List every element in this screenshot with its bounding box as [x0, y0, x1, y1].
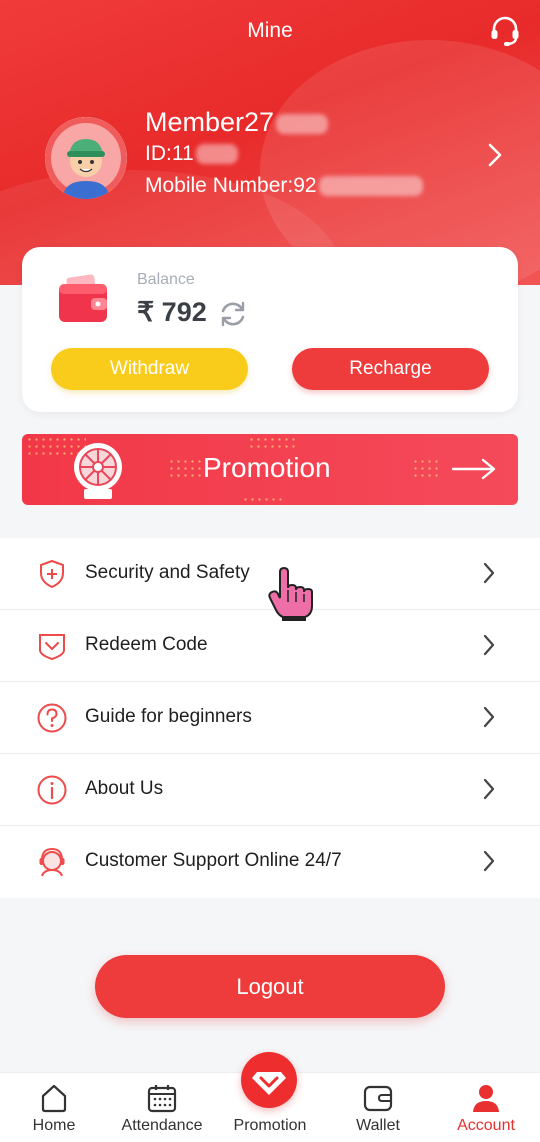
boy-avatar-icon — [45, 117, 127, 199]
nav-label: Attendance — [121, 1117, 203, 1134]
diamond-icon — [252, 1072, 286, 1095]
chevron-right-icon — [483, 634, 495, 656]
nav-label: Account — [457, 1117, 515, 1134]
promotion-center-button[interactable] — [241, 1052, 297, 1108]
page-title: Mine — [247, 19, 293, 42]
headset-icon[interactable] — [488, 14, 522, 48]
menu-item-about-us[interactable]: About Us — [0, 754, 540, 826]
nav-home[interactable]: Home — [0, 1073, 108, 1142]
prize-wheel-icon — [74, 443, 122, 499]
withdraw-button[interactable]: Withdraw — [51, 348, 248, 390]
menu-label: Customer Support Online 24/7 — [85, 850, 342, 871]
member-mobile: Mobile Number:92 — [145, 174, 423, 198]
member-name: Member27 — [145, 107, 329, 138]
menu-label: Security and Safety — [85, 562, 250, 583]
person-icon — [473, 1085, 499, 1112]
menu-item-customer-support[interactable]: Customer Support Online 24/7 — [0, 826, 540, 898]
chevron-right-icon — [483, 778, 495, 800]
wallet-outline-icon — [363, 1085, 393, 1112]
arrow-right-icon — [451, 458, 496, 480]
recharge-button[interactable]: Recharge — [292, 348, 489, 390]
nav-label: Promotion — [233, 1117, 307, 1134]
support-agent-icon — [39, 847, 65, 877]
nav-account[interactable]: Account — [432, 1073, 540, 1142]
nav-wallet[interactable]: Wallet — [324, 1073, 432, 1142]
balance-card: Balance ₹ 792 Withdraw Recharge — [22, 247, 518, 412]
shield-plus-icon — [40, 559, 64, 589]
logout-button[interactable]: Logout — [95, 955, 445, 1018]
refresh-icon[interactable] — [218, 299, 248, 329]
question-circle-icon — [37, 703, 67, 733]
wallet-icon — [59, 274, 107, 322]
menu-label: Guide for beginners — [85, 706, 252, 727]
info-circle-icon — [37, 775, 67, 805]
avatar[interactable] — [45, 117, 127, 199]
menu-item-guide[interactable]: Guide for beginners — [0, 682, 540, 754]
chevron-right-icon[interactable] — [486, 142, 504, 168]
nav-attendance[interactable]: Attendance — [108, 1073, 216, 1142]
home-icon — [41, 1084, 67, 1113]
hand-pointer-icon — [268, 566, 313, 621]
chevron-right-icon — [483, 562, 495, 584]
nav-label: Wallet — [356, 1117, 400, 1134]
balance-label: Balance — [137, 271, 195, 288]
chevron-right-icon — [483, 850, 495, 872]
menu-label: Redeem Code — [85, 634, 208, 655]
promotion-banner-label: Promotion — [203, 452, 331, 483]
member-id: ID:11 — [145, 142, 238, 166]
nav-label: Home — [32, 1117, 76, 1134]
menu-label: About Us — [85, 778, 164, 799]
promotion-banner[interactable]: Promotion — [22, 434, 518, 505]
redeem-badge-icon — [39, 634, 65, 661]
balance-amount: ₹ 792 — [137, 297, 207, 327]
chevron-right-icon — [483, 706, 495, 728]
calendar-icon — [147, 1085, 177, 1113]
